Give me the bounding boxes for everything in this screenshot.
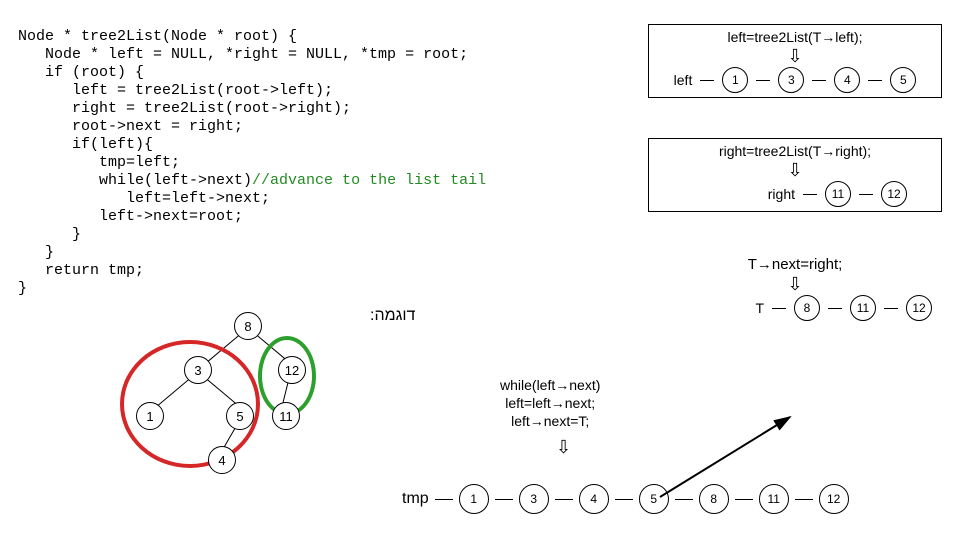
left-list-title: left=tree2List(T→left);	[653, 29, 937, 45]
list-link	[803, 194, 817, 195]
down-arrow-icon: ⇩	[648, 275, 942, 293]
list-node: 12	[906, 295, 932, 321]
code-line: tmp=left;	[18, 154, 180, 171]
list-link	[812, 80, 826, 81]
code-line: return tmp;	[18, 262, 144, 279]
list-link	[700, 80, 714, 81]
left-label: left	[674, 72, 693, 88]
list-node: 1	[722, 67, 748, 93]
code-line: right = tree2List(root->right);	[18, 100, 351, 117]
list-node: 8	[794, 295, 820, 321]
tree-node: 3	[184, 356, 212, 384]
right-list-panel: right=tree2List(T→right); ⇩ right 11 12	[648, 138, 942, 212]
list-node: 1	[459, 484, 489, 514]
code-line: if(left){	[18, 136, 153, 153]
code-line: while(left->next)	[18, 172, 252, 189]
tree-node: 1	[136, 402, 164, 430]
while-line: left=left→next;	[500, 394, 600, 412]
list-node: 11	[850, 295, 876, 321]
example-label: דוגמה:	[370, 307, 415, 325]
while-line: while(left→next)	[500, 376, 600, 394]
right-label: right	[768, 186, 795, 202]
code-line: }	[18, 280, 27, 297]
list-link	[868, 80, 882, 81]
pointer-arrow	[540, 412, 800, 502]
example-tree: 8 3 12 1 5 11 4	[130, 312, 340, 482]
list-node: 11	[825, 181, 851, 207]
tree-node: 8	[234, 312, 262, 340]
code-line: }	[18, 226, 81, 243]
list-node: 12	[819, 484, 849, 514]
list-link	[859, 194, 873, 195]
tree-node: 12	[278, 356, 306, 384]
tree-node: 11	[272, 402, 300, 430]
code-block: Node * tree2List(Node * root) { Node * l…	[18, 28, 486, 298]
tmp-label: tmp	[402, 490, 429, 508]
list-link	[828, 308, 842, 309]
list-link	[756, 80, 770, 81]
list-link	[772, 308, 786, 309]
t-list-block: T→next=right; ⇩ T 8 11 12	[648, 256, 942, 321]
list-node: 5	[890, 67, 916, 93]
list-node: 4	[834, 67, 860, 93]
tree-node: 4	[208, 446, 236, 474]
list-link	[435, 499, 453, 500]
t-label: T	[755, 300, 764, 316]
code-line: left->next=root;	[18, 208, 243, 225]
code-line: root->next = right;	[18, 118, 243, 135]
list-node: 3	[778, 67, 804, 93]
tree-node: 5	[226, 402, 254, 430]
code-line: left = tree2List(root->left);	[18, 82, 333, 99]
code-comment: //advance to the list tail	[252, 172, 486, 189]
code-line: }	[18, 244, 54, 261]
left-list-panel: left=tree2List(T→left); ⇩ left 1 3 4 5	[648, 24, 942, 98]
list-link	[884, 308, 898, 309]
t-list-title: T→next=right;	[648, 256, 942, 273]
code-line: if (root) {	[18, 64, 144, 81]
code-line: left=left->next;	[18, 190, 270, 207]
list-link	[495, 499, 513, 500]
list-node: 12	[881, 181, 907, 207]
code-line: Node * left = NULL, *right = NULL, *tmp …	[18, 46, 468, 63]
down-arrow-icon: ⇩	[653, 47, 937, 65]
down-arrow-icon: ⇩	[653, 161, 937, 179]
code-line: Node * tree2List(Node * root) {	[18, 28, 297, 45]
right-list-title: right=tree2List(T→right);	[653, 143, 937, 159]
